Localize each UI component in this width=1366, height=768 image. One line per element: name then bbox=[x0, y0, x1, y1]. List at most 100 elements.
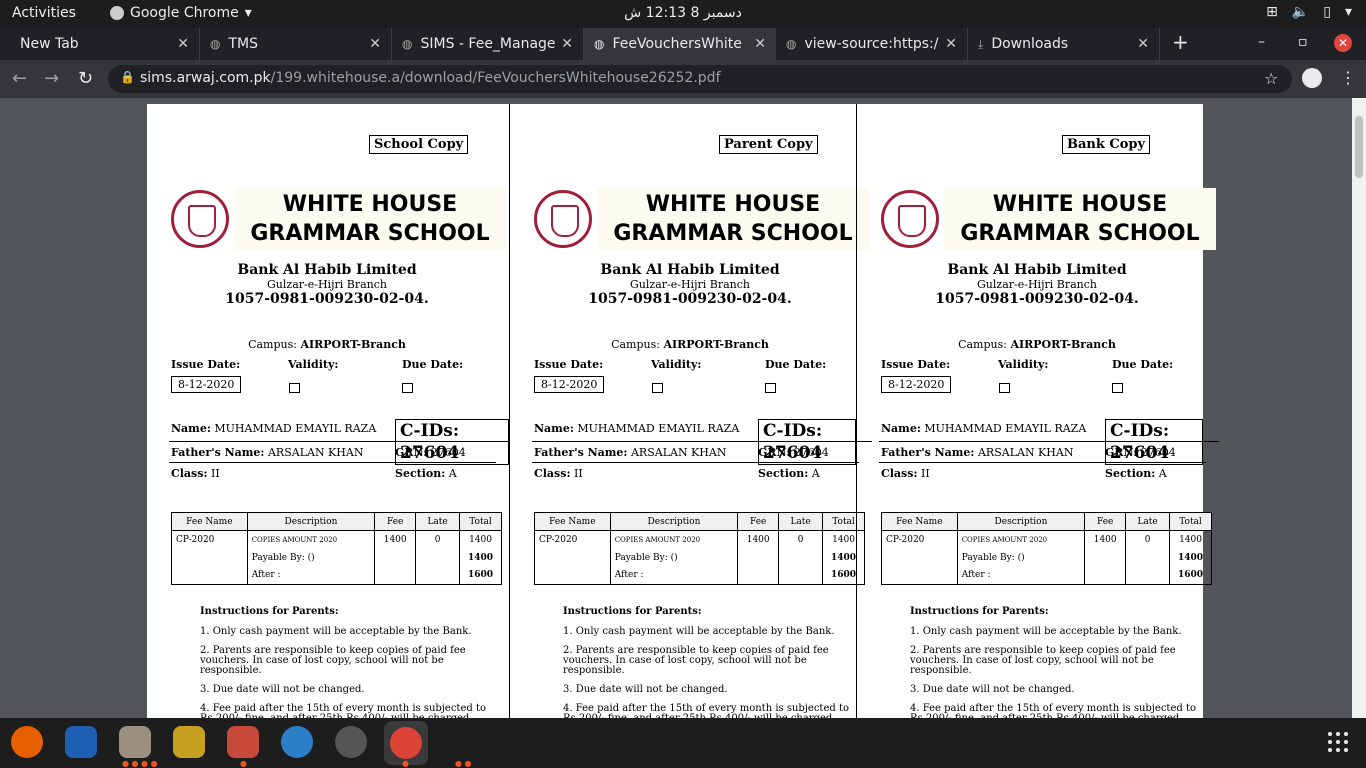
copy-label: Parent Copy bbox=[719, 135, 818, 154]
dolphin-icon[interactable] bbox=[281, 726, 313, 758]
section: Section: A bbox=[395, 467, 457, 480]
after-value: 1600 bbox=[1169, 566, 1212, 585]
class-label: Class: bbox=[881, 467, 918, 480]
close-icon[interactable]: ✕ bbox=[369, 36, 381, 52]
copy-label: Bank Copy bbox=[1062, 135, 1151, 154]
show-apps-icon[interactable] bbox=[1328, 732, 1348, 752]
account-avatar[interactable] bbox=[1302, 68, 1322, 88]
instruction-item: 1. Only cash payment will be acceptable … bbox=[563, 626, 835, 637]
app-icon[interactable] bbox=[173, 726, 205, 758]
screenshot-icon[interactable] bbox=[227, 726, 259, 758]
validity-box bbox=[289, 383, 300, 393]
col-late: Late bbox=[1125, 512, 1171, 531]
tab-title: view-source:https:/ bbox=[804, 36, 939, 52]
class: Class: II bbox=[881, 467, 930, 480]
close-icon[interactable]: ✕ bbox=[561, 36, 573, 52]
table-header: Fee Name Description Fee Late Total bbox=[534, 512, 865, 531]
files-icon[interactable] bbox=[119, 726, 151, 758]
restore-button[interactable]: ▫ bbox=[1298, 34, 1308, 50]
tab-sims[interactable]: ◍ SIMS - Fee_Manage ✕ bbox=[392, 28, 584, 60]
new-tab-button[interactable]: + bbox=[1172, 30, 1189, 54]
issue-date: 8-12-2020 bbox=[534, 376, 605, 393]
running-indicator: ● ● ● ● bbox=[122, 759, 158, 768]
school-name-line2: GRAMMAR SCHOOL bbox=[960, 221, 1200, 246]
close-icon[interactable]: ✕ bbox=[177, 36, 189, 52]
col-fee: Fee bbox=[374, 512, 417, 531]
campus-value: AIRPORT-Branch bbox=[663, 338, 769, 351]
minimize-button[interactable]: – bbox=[1258, 34, 1265, 50]
campus-label: Campus: bbox=[958, 338, 1007, 351]
payable-label: Payable By: () bbox=[246, 548, 376, 567]
payable-value: 1400 bbox=[459, 548, 502, 567]
after-label: After : bbox=[609, 566, 739, 585]
father-label: Father's Name: bbox=[881, 446, 975, 459]
writer-icon[interactable] bbox=[65, 726, 97, 758]
cell: 0 bbox=[415, 530, 461, 549]
tab-downloads[interactable]: ⤓ Downloads ✕ bbox=[968, 28, 1160, 60]
chrome-icon[interactable] bbox=[390, 727, 422, 759]
section: Section: A bbox=[758, 467, 820, 480]
back-button[interactable]: ← bbox=[12, 68, 27, 89]
col-fee-name: Fee Name bbox=[534, 512, 611, 531]
col-late: Late bbox=[415, 512, 461, 531]
grn-label: GRN: bbox=[395, 446, 428, 459]
cell bbox=[778, 566, 824, 585]
father-value: ARSALAN KHAN bbox=[977, 446, 1074, 459]
pdf-viewer[interactable]: School Copy WHITE HOUSE GRAMMAR SCHOOL Ba… bbox=[0, 98, 1366, 718]
cell: COPIES AMOUNT 2020 bbox=[609, 530, 739, 549]
table-row: After : 1600 bbox=[881, 566, 1212, 585]
account-number: 1057-0981-009230-02-04. bbox=[225, 291, 429, 307]
divider bbox=[169, 462, 496, 463]
col-fee-name: Fee Name bbox=[881, 512, 958, 531]
download-icon: ⤓ bbox=[978, 36, 984, 51]
menu-dots-icon[interactable]: ⋮ bbox=[1340, 68, 1356, 87]
school-name: WHITE HOUSE GRAMMAR SCHOOL bbox=[597, 188, 869, 250]
tab-new-tab[interactable]: New Tab ✕ bbox=[0, 28, 200, 60]
cell: 1400 bbox=[374, 530, 417, 549]
student-name: Name: MUHAMMAD EMAYIL RAZA bbox=[881, 422, 1086, 435]
globe-icon: ◍ bbox=[210, 37, 221, 51]
due-date-box bbox=[1112, 383, 1123, 393]
father-name: Father's Name: ARSALAN KHAN bbox=[534, 446, 726, 459]
close-icon[interactable]: ✕ bbox=[945, 36, 957, 52]
col-fee-name: Fee Name bbox=[171, 512, 248, 531]
cell: 1400 bbox=[459, 530, 502, 549]
battery-icon: ▯ bbox=[1323, 4, 1331, 20]
forward-button[interactable]: → bbox=[44, 68, 59, 89]
url-path: /199.whitehouse.a/download/FeeVouchersWh… bbox=[270, 70, 721, 86]
scrollbar-thumb[interactable] bbox=[1355, 116, 1363, 178]
campus-label: Campus: bbox=[248, 338, 297, 351]
table-row: Payable By: () 1400 bbox=[534, 548, 865, 567]
software-updater-icon[interactable] bbox=[335, 726, 367, 758]
running-indicator: ● bbox=[240, 759, 247, 768]
tab-fee-vouchers[interactable]: ◍ FeeVouchersWhite ✕ bbox=[584, 28, 776, 60]
account-number: 1057-0981-009230-02-04. bbox=[588, 291, 792, 307]
close-icon[interactable]: ✕ bbox=[1137, 36, 1149, 52]
tab-tms[interactable]: ◍ TMS ✕ bbox=[200, 28, 392, 60]
grn-value: 27604 bbox=[793, 446, 829, 459]
cell: CP-2020 bbox=[171, 530, 248, 549]
tab-view-source[interactable]: ◍ view-source:https:/ ✕ bbox=[776, 28, 968, 60]
system-tray[interactable]: ⊞ 🔈 ▯ ▾ bbox=[1266, 4, 1352, 20]
window-close-button[interactable]: ✕ bbox=[1334, 34, 1352, 52]
bookmark-star-icon[interactable]: ☆ bbox=[1264, 69, 1278, 88]
cell bbox=[778, 548, 824, 567]
firefox-icon[interactable] bbox=[11, 726, 43, 758]
scrollbar[interactable] bbox=[1352, 98, 1366, 718]
instructions: Instructions for Parents: 1. Only cash p… bbox=[563, 607, 853, 719]
name-label: Name: bbox=[881, 422, 921, 435]
address-bar[interactable]: 🔒 sims.arwaj.com.pk/199.whitehouse.a/dow… bbox=[108, 65, 1292, 93]
instructions: Instructions for Parents: 1. Only cash p… bbox=[200, 607, 490, 719]
copy-label: School Copy bbox=[369, 135, 469, 154]
divider bbox=[169, 441, 509, 442]
globe-icon: ◍ bbox=[594, 37, 605, 51]
school-logo-icon bbox=[171, 190, 229, 248]
class-label: Class: bbox=[171, 467, 208, 480]
father-label: Father's Name: bbox=[534, 446, 628, 459]
class-value: II bbox=[211, 467, 220, 480]
clock[interactable]: دسمبر 8 12:13 ش bbox=[624, 5, 742, 21]
class: Class: II bbox=[534, 467, 583, 480]
reload-button[interactable]: ↻ bbox=[78, 68, 93, 89]
cell: CP-2020 bbox=[534, 530, 611, 549]
close-icon[interactable]: ✕ bbox=[754, 36, 766, 52]
